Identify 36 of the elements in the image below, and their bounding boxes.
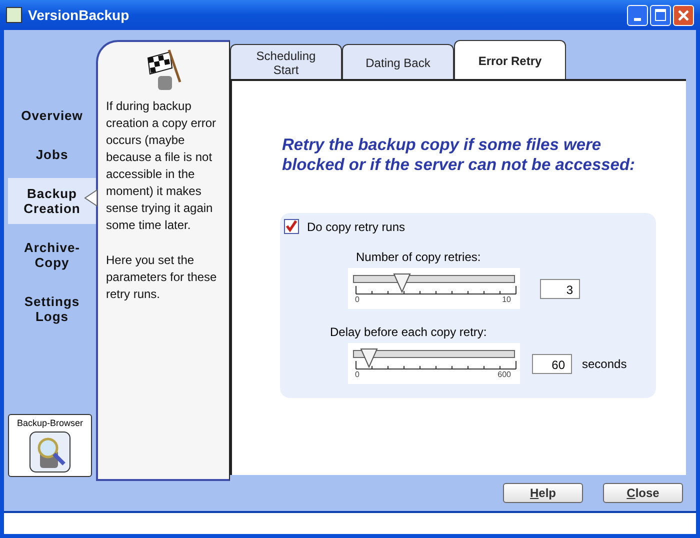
info-text: If during backup creation a copy error occurs (maybe because a file is not accessible in the moment) it makes sense trying it again some time later.: [106, 98, 218, 234]
tick-label: 0: [355, 295, 360, 304]
value-field[interactable]: 3: [540, 278, 580, 298]
slider-label: Number of copy retries:: [356, 250, 482, 264]
close-icon: [677, 8, 690, 22]
value-field[interactable]: 60: [532, 354, 572, 374]
slider-thumb[interactable]: [392, 273, 411, 293]
slider-thumb[interactable]: [360, 348, 378, 368]
nav-item[interactable]: Archive-Copy: [8, 232, 96, 278]
tab[interactable]: Dating Back: [342, 44, 454, 80]
maximize-button[interactable]: [650, 4, 671, 26]
magnifier-icon: [28, 430, 72, 474]
unit-label: seconds: [582, 356, 627, 370]
slider-label: Delay before each copy retry:: [330, 325, 488, 339]
slider-track[interactable]: [353, 273, 515, 293]
close-button[interactable]: Close: [603, 483, 683, 503]
tick-label: 10: [502, 295, 511, 304]
info-text: Here you set the parameters for these retry runs.: [106, 252, 218, 303]
tab[interactable]: Scheduling Start: [230, 44, 342, 80]
minimize-button[interactable]: [627, 4, 648, 26]
nav-item[interactable]: Settings Logs: [8, 286, 96, 332]
window-title: VersionBackup: [28, 7, 130, 23]
app-icon: [6, 7, 22, 23]
close-button[interactable]: [673, 4, 694, 26]
tick-label: 0: [355, 370, 360, 379]
help-button[interactable]: Help: [503, 483, 583, 503]
tab[interactable]: Error Retry: [454, 40, 566, 80]
checkbox-label: Do copy retry runs: [307, 220, 406, 234]
nav-item[interactable]: Jobs: [8, 139, 96, 170]
nav-item[interactable]: Overview: [8, 100, 96, 131]
tick-label: 600: [498, 370, 511, 379]
checkbox[interactable]: [284, 219, 299, 234]
slider-track[interactable]: [353, 348, 515, 368]
backup-browser-button[interactable]: Backup-Browser: [8, 414, 92, 477]
heading: Retry the backup copy if some files were blocked or if the server can not be accessed:: [282, 135, 636, 175]
nav-item[interactable]: Backup Creation: [8, 178, 96, 224]
